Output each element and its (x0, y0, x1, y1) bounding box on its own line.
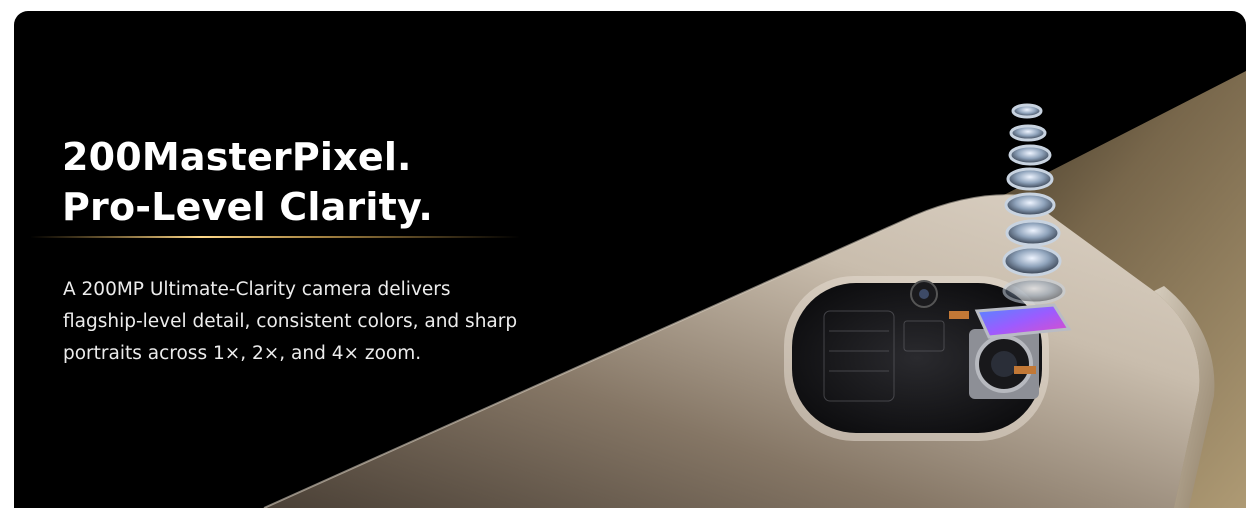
feature-description: A 200MP Ultimate-Clarity camera delivers… (63, 274, 517, 370)
description-line-2: flagship-level detail, consistent colors… (63, 311, 518, 332)
hero-banner: 200MasterPixel. Pro-Level Clarity. A 200… (14, 11, 1246, 508)
headline-line-2: Pro-Level Clarity. (62, 185, 434, 229)
description-line-1: A 200MP Ultimate-Clarity camera delivers (63, 279, 451, 300)
headline: 200MasterPixel. Pro-Level Clarity. (62, 132, 433, 232)
gold-divider-glow (30, 236, 520, 238)
phone-camera-image (263, 71, 1246, 508)
headline-line-1: 200MasterPixel. (62, 135, 412, 179)
description-line-3: portraits across 1×, 2×, and 4× zoom. (63, 343, 422, 364)
